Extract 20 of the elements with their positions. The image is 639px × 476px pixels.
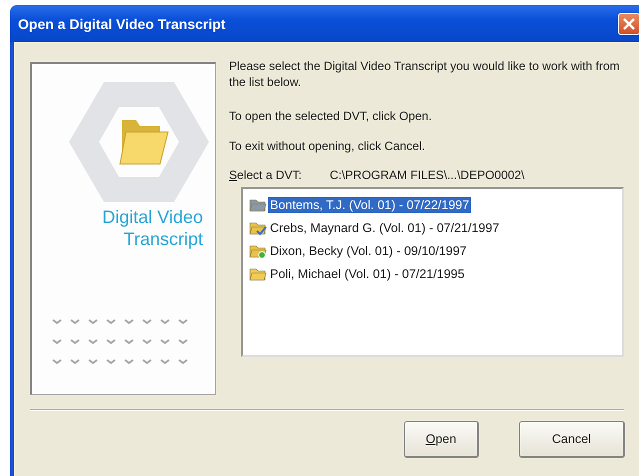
- instruction-text: To exit without opening, click Cancel.: [229, 138, 426, 154]
- cancel-button[interactable]: Cancel: [519, 421, 625, 458]
- window-title: Open a Digital Video Transcript: [18, 16, 226, 32]
- select-label: Select a DVT:: [229, 168, 302, 182]
- folder-icon: [249, 196, 267, 212]
- open-button[interactable]: Open: [404, 421, 479, 458]
- folder-icon: [249, 266, 267, 282]
- folder-path: C:\PROGRAM FILES\...\DEPO0002\: [330, 168, 524, 182]
- file-item[interactable]: Dixon, Becky (Vol. 01) - 09/10/1997: [268, 242, 469, 258]
- file-item[interactable]: Bontems, T.J. (Vol. 01) - 07/22/1997: [268, 196, 472, 212]
- close-icon: [622, 16, 636, 30]
- brand-text: Transcript: [124, 228, 203, 250]
- close-button[interactable]: [618, 12, 639, 34]
- folder-icon: [249, 220, 267, 236]
- instruction-text: Please select the Digital Video Transcript you would like to work with from the list below.: [229, 58, 621, 90]
- file-item[interactable]: Poli, Michael (Vol. 01) - 07/21/1995: [268, 266, 467, 282]
- file-item[interactable]: Crebs, Maynard G. (Vol. 01) - 07/21/1997: [268, 220, 502, 236]
- instruction-text: To open the selected DVT, click Open.: [229, 108, 433, 124]
- brand-text: Digital Video: [102, 206, 203, 228]
- folder-icon: [249, 242, 267, 258]
